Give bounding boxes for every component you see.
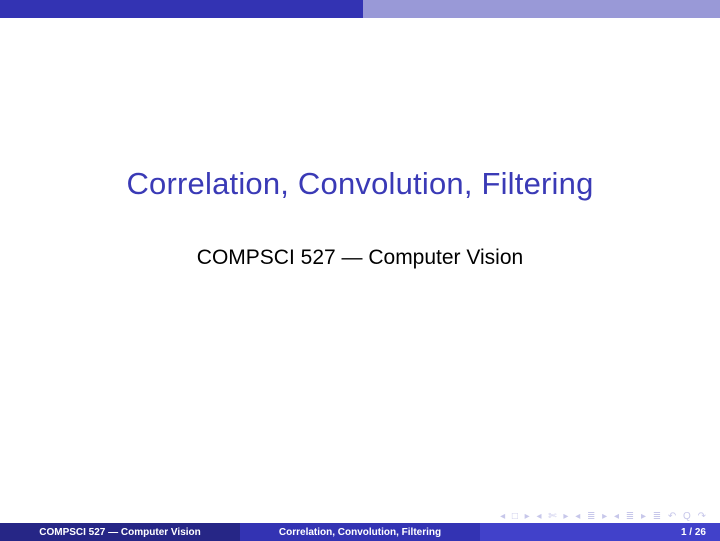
footer-page-number: 1 / 26	[681, 527, 706, 538]
footer-left-text: COMPSCI 527 — Computer Vision	[39, 527, 201, 538]
slide: Correlation, Convolution, Filtering COMP…	[0, 0, 720, 541]
progress-remaining	[363, 0, 720, 18]
footer-center-text: Correlation, Convolution, Filtering	[279, 527, 441, 538]
progress-elapsed	[0, 0, 363, 18]
slide-title: Correlation, Convolution, Filtering	[0, 166, 720, 202]
footer-right: 1 / 26	[480, 523, 720, 541]
footer-center: Correlation, Convolution, Filtering	[240, 523, 480, 541]
slide-body: Correlation, Convolution, Filtering COMP…	[0, 18, 720, 523]
footer-left: COMPSCI 527 — Computer Vision	[0, 523, 240, 541]
slide-subtitle: COMPSCI 527 — Computer Vision	[0, 246, 720, 270]
beamer-nav-symbols[interactable]: ◂ □ ▸ ◂ ✄ ▸ ◂ ≣ ▸ ◂ ≣ ▸ ≣ ↶ Q ↷	[500, 512, 708, 522]
footer-bar: COMPSCI 527 — Computer Vision Correlatio…	[0, 523, 720, 541]
header-progress-bar	[0, 0, 720, 18]
